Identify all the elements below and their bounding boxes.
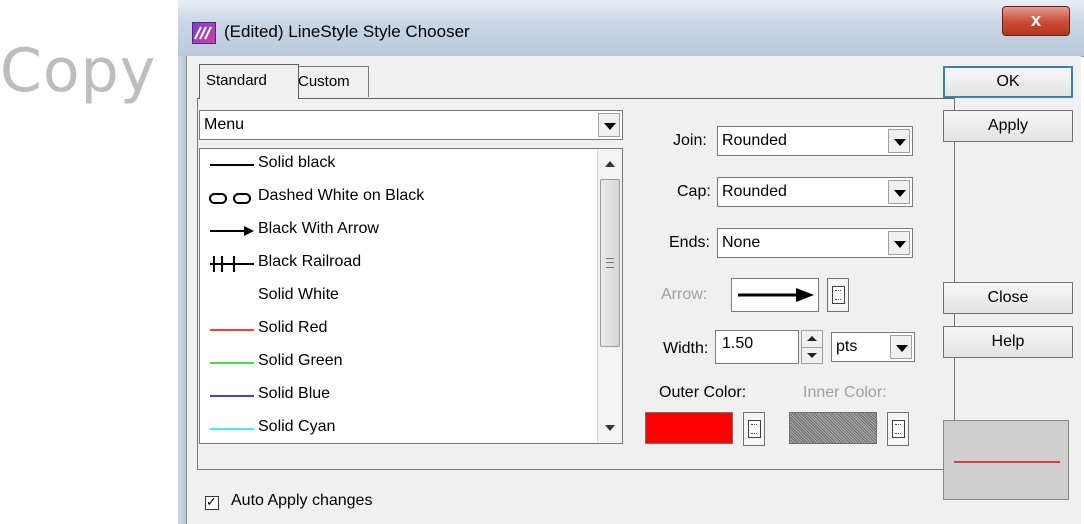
solid-black-line-icon	[210, 164, 254, 166]
window-frame-left	[178, 56, 186, 524]
chevron-down-icon[interactable]	[890, 335, 912, 359]
scroll-up-icon[interactable]	[605, 161, 615, 167]
auto-apply-checkbox[interactable]	[205, 494, 219, 510]
cap-dropdown[interactable]: Rounded	[717, 177, 913, 207]
outer-color-label: Outer Color:	[659, 384, 747, 401]
watermark-text: Copy	[0, 36, 157, 106]
width-input[interactable]: 1.50	[715, 330, 799, 364]
ends-value: None	[722, 234, 761, 251]
railroad-line-icon	[210, 256, 254, 272]
inner-color-picker-button	[887, 412, 909, 446]
list-item[interactable]: Solid Cyan	[200, 413, 596, 443]
list-item[interactable]: Solid White	[200, 281, 596, 314]
solid-green-line-icon	[210, 362, 254, 364]
ends-label: Ends:	[669, 234, 710, 251]
chevron-down-icon[interactable]	[888, 231, 910, 255]
title-bar: (Edited) LineStyle Style Chooser x	[178, 0, 1084, 57]
list-item-label: Solid Blue	[258, 385, 331, 402]
inner-color-label: Inner Color:	[803, 384, 887, 401]
list-item-label: Solid Red	[258, 319, 328, 336]
style-menu-value: Menu	[204, 116, 245, 133]
tab-standard[interactable]: Standard	[199, 64, 299, 99]
arrow-picker-button[interactable]	[827, 278, 849, 312]
dialog-client-area: Standard Custom Menu Solid black Dashed …	[186, 56, 1081, 524]
width-stepper[interactable]	[801, 330, 823, 364]
list-item-label: Solid Cyan	[258, 418, 336, 435]
join-value: Rounded	[722, 132, 787, 149]
chevron-down-icon[interactable]	[598, 113, 620, 137]
stepper-divider	[802, 347, 822, 348]
list-item-label: Black Railroad	[258, 253, 362, 270]
cap-label: Cap:	[677, 183, 711, 200]
list-item[interactable]: Dashed White on Black	[200, 182, 596, 215]
inner-color-swatch	[789, 412, 877, 444]
width-label: Width:	[663, 340, 709, 357]
outer-color-swatch[interactable]	[645, 412, 733, 444]
list-item[interactable]: Solid Red	[200, 314, 596, 347]
grip-icon	[606, 258, 614, 268]
dashed-line-icon	[209, 193, 251, 204]
document-icon	[832, 286, 845, 304]
dialog-window: (Edited) LineStyle Style Chooser x Stand…	[178, 0, 1084, 524]
cap-value: Rounded	[722, 183, 787, 200]
window-close-button[interactable]: x	[1002, 6, 1070, 36]
list-scrollbar[interactable]	[597, 149, 622, 443]
chevron-down-icon[interactable]	[888, 129, 910, 153]
ok-button[interactable]: OK	[943, 66, 1073, 98]
list-item-label: Solid black	[258, 154, 336, 171]
list-item-label: Solid White	[258, 286, 339, 303]
arrow-icon	[738, 288, 814, 302]
stepper-down-icon[interactable]	[807, 353, 817, 358]
chevron-down-icon[interactable]	[888, 180, 910, 204]
join-dropdown[interactable]: Rounded	[717, 126, 913, 156]
ends-dropdown[interactable]: None	[717, 228, 913, 258]
list-item[interactable]: Black With Arrow	[200, 215, 596, 248]
list-item-label: Dashed White on Black	[258, 187, 425, 204]
window-title: (Edited) LineStyle Style Chooser	[224, 22, 470, 41]
close-button[interactable]: Close	[943, 282, 1073, 314]
width-value: 1.50	[722, 335, 754, 352]
list-item[interactable]: Solid Blue	[200, 380, 596, 413]
line-preview	[943, 420, 1069, 500]
stepper-up-icon[interactable]	[807, 336, 817, 341]
list-item[interactable]: Black Railroad	[200, 248, 596, 281]
list-item[interactable]: Solid Green	[200, 347, 596, 380]
preview-line	[954, 461, 1060, 463]
list-item[interactable]: Solid black	[200, 149, 596, 182]
width-unit-value: pts	[836, 338, 858, 355]
solid-red-line-icon	[210, 329, 254, 331]
tab-custom[interactable]: Custom	[291, 66, 369, 97]
arrow-line-icon	[210, 226, 254, 236]
auto-apply-label[interactable]: Auto Apply changes	[231, 492, 372, 510]
style-menu-dropdown[interactable]: Menu	[199, 110, 623, 140]
solid-cyan-line-icon	[210, 428, 254, 430]
width-unit-dropdown[interactable]: pts	[831, 332, 915, 362]
line-style-list[interactable]: Solid black Dashed White on Black Black …	[199, 148, 623, 444]
outer-color-picker-button[interactable]	[743, 412, 765, 446]
list-item-label: Black With Arrow	[258, 220, 379, 237]
help-button[interactable]: Help	[943, 326, 1073, 358]
arrow-preview	[731, 278, 819, 312]
scroll-thumb[interactable]	[600, 179, 620, 347]
app-icon	[192, 22, 216, 44]
arrow-label: Arrow:	[661, 286, 708, 303]
join-label: Join:	[673, 132, 707, 149]
list-item-label: Solid Green	[258, 352, 343, 369]
document-icon	[748, 420, 761, 438]
solid-white-line-icon	[210, 296, 254, 298]
solid-blue-line-icon	[210, 395, 254, 397]
scroll-down-icon[interactable]	[605, 425, 615, 431]
document-icon	[892, 420, 905, 438]
apply-button[interactable]: Apply	[943, 110, 1073, 142]
